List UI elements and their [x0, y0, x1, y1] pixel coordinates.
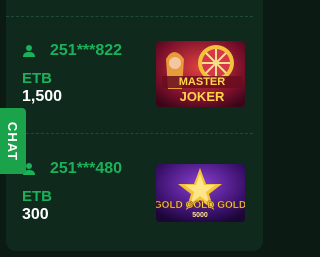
- win-item: 251***822 ETB 1,500 MASTER JOKER: [22, 40, 253, 107]
- chat-tab-button[interactable]: CHAT: [0, 108, 26, 174]
- divider: [6, 16, 253, 17]
- game-title-line1: GOLD GOLD GOLD: [156, 200, 245, 211]
- game-title-line2: 5000: [192, 212, 208, 219]
- game-title-line2: JOKER: [180, 89, 225, 104]
- game-title-line1: MASTER: [179, 76, 226, 88]
- win-username: 251***480: [50, 160, 123, 177]
- chat-tab-label: CHAT: [5, 121, 21, 161]
- gold-gold-gold-thumbnail[interactable]: GOLD GOLD GOLD 5000: [156, 164, 245, 222]
- user-icon: [23, 45, 35, 57]
- win-username: 251***822: [50, 42, 123, 59]
- master-joker-thumbnail[interactable]: MASTER JOKER: [156, 41, 245, 107]
- win-item: 251***480 ETB 300 GOLD GOLD GOLD 5000: [22, 158, 253, 224]
- divider: [6, 133, 253, 134]
